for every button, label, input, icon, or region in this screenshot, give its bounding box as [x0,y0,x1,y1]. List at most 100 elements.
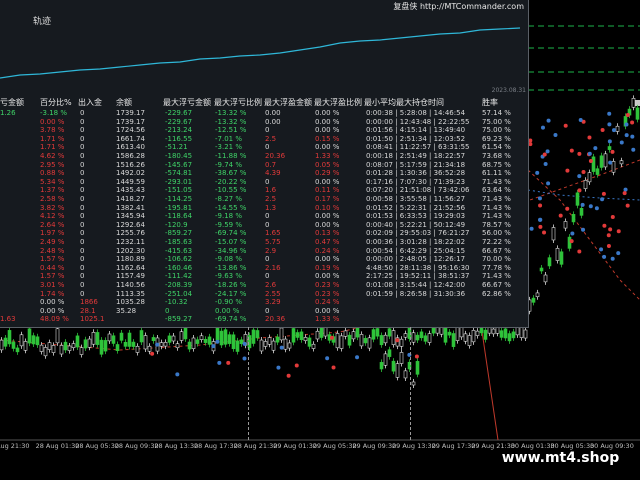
table-cell: -10.55 % [215,186,247,195]
candle-body [3,337,8,347]
candle-body [75,335,80,348]
trade-marker [606,233,611,238]
candle-body [483,329,488,340]
candle-body [47,342,52,350]
table-cell: 0 [80,203,85,212]
candle-body [87,338,92,348]
table-cell: -14.55 % [215,203,247,212]
trade-marker [588,204,593,209]
table-cell: 0 [80,169,85,178]
table-cell: 71.43 % [482,272,511,281]
period-separator [248,327,249,440]
table-cell: 1.57 % [40,272,65,281]
candle-body [343,330,348,337]
table-cell: 61.54 % [482,143,511,152]
table-cell: 28.1 [80,306,96,315]
candle-body [171,335,176,342]
table-cell: 0.00 % [315,255,340,264]
trade-marker [546,118,551,123]
table-cell: 73.68 % [482,152,511,160]
table-cell: -7.01 % [215,134,242,143]
table-cell: 4.12 % [40,212,65,221]
trade-marker [565,206,570,211]
time-axis-label: 29 Aug 13:30 [392,442,436,450]
table-cell: 62.86 % [482,289,511,298]
table-cell: 0:01:59 | 8:26:58 | 31:30:36 [366,289,466,298]
candle-body [451,333,456,347]
table-cell: 0:01:28 | 1:30:36 | 36:52:28 [366,169,466,178]
table-cell: 0 [80,246,85,255]
trade-marker [325,356,330,361]
table-cell: -859.27 [165,229,193,238]
table-cell: 1449.59 [116,177,145,186]
table-cell: 1.26 [0,109,16,117]
time-axis-label: 30 Aug 01:30 [510,442,555,450]
table-cell: -69.74 % [215,315,247,324]
table-cell: 1.33 % [315,152,340,160]
table-cell: 0.00 % [40,117,65,126]
table-cell: -13.86 % [215,263,247,272]
table-cell: 0.7 [265,160,277,169]
trade-marker [622,191,627,196]
candle-body [471,330,476,343]
header-max-float-profit: 最大浮盈金额 [264,98,312,107]
candle-body [267,337,272,345]
table-cell: 75.00 % [482,117,511,126]
candle-body [555,248,560,261]
table-cell: 0 [265,212,270,221]
candle-body [0,339,4,351]
trade-marker [580,202,585,207]
time-axis-label: 29 Aug 17:30 [431,442,476,450]
trade-marker [563,123,568,128]
trade-marker [606,243,611,248]
table-cell: 66.67 % [482,281,511,289]
candle-body [387,328,392,337]
table-cell: -859.27 [165,315,193,324]
candle-body [351,331,356,340]
table-cell: 2:17:25 | 19:52:11 | 38:51:37 [366,272,470,281]
table-cell: 1739.17 [116,109,145,117]
candle-body [467,335,472,346]
period-separator [410,327,411,440]
candle-body [27,328,32,344]
table-cell: 0 [80,186,85,195]
candle-body [371,329,376,340]
trade-marker [601,191,606,196]
trade-marker [611,128,616,133]
table-cell: 0.00 % [40,298,65,307]
table-cell: 0:00:40 | 5:22:21 | 50:12:49 [366,220,466,229]
table-cell: 56.00 % [482,229,511,238]
trade-marker [242,341,247,346]
table-cell: 0.00 [265,117,281,126]
equity-curve [0,27,521,79]
statistics-panel: 轨迹 复盘侠 http://MTCommander.com 2023.08.31… [0,0,529,328]
trade-marker [529,226,534,231]
candle-body [35,336,40,346]
candle-body [99,339,104,355]
candle-body [463,333,468,342]
candle-body [503,328,508,339]
table-cell: 3.29 [265,298,281,307]
trade-marker [625,113,630,118]
table-cell: -180.45 [165,152,193,160]
trade-marker [600,128,605,133]
table-cell: 1.71 % [40,143,65,152]
table-cell: 0.00 % [315,212,340,221]
candle-body [591,156,596,172]
candle-body [459,326,464,338]
table-cell: -185.63 [165,238,193,246]
table-cell: 1435.43 [116,186,145,195]
candle-body [183,326,188,340]
trade-marker [610,256,615,261]
table-cell: 0:00:58 | 3:55:58 | 11:56:27 [366,195,466,203]
table-cell: -9.18 % [215,212,242,221]
time-axis-label: 28 Aug 13:30 [154,442,199,450]
candle-body [79,347,84,355]
table-cell: 0.23 % [315,281,340,289]
trade-marker [616,229,621,234]
panel-source-link[interactable]: 复盘侠 http://MTCommander.com [393,1,524,12]
candle-body [119,332,124,341]
table-cell: 0.19 % [315,263,340,272]
trade-marker [593,146,598,151]
candle-body [215,325,220,341]
